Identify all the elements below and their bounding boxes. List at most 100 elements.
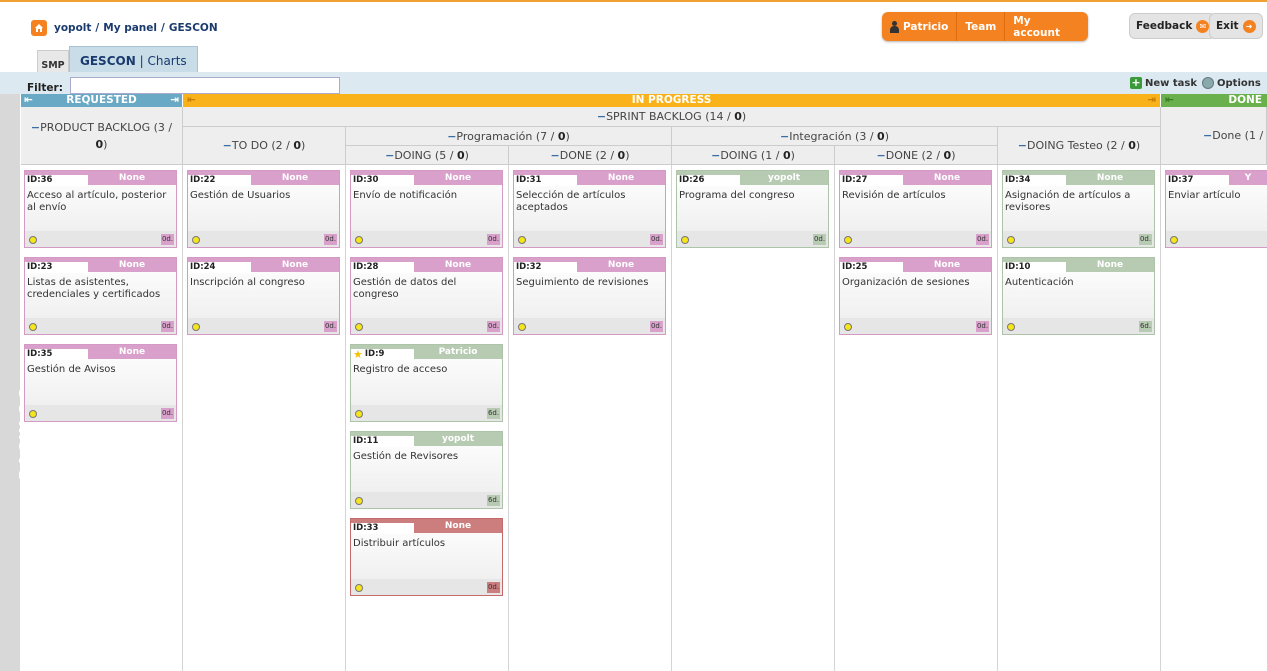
header-todo[interactable]: −TO DO (2 / 0): [183, 127, 346, 165]
collapse-left-icon[interactable]: ⇤: [24, 94, 33, 107]
band-in-progress[interactable]: ⇤ IN PROGRESS ⇥: [183, 94, 1160, 107]
task-estimate: 0d.: [650, 321, 663, 332]
collapse-minus-icon[interactable]: −: [597, 110, 606, 123]
task-card[interactable]: ID:36 None Acceso al artículo, posterior…: [24, 170, 177, 248]
plus-icon: +: [1130, 76, 1142, 89]
task-card[interactable]: ID:34 None Asignación de artículos a rev…: [1002, 170, 1155, 248]
task-card[interactable]: ★ ID:9 Patricio Registro de acceso 6d.: [350, 344, 503, 422]
task-card[interactable]: ID:31 None Selección de artículos acepta…: [513, 170, 666, 248]
new-task-label: New task: [1145, 77, 1198, 89]
task-owner[interactable]: None: [414, 171, 502, 185]
task-owner[interactable]: None: [1066, 171, 1154, 185]
task-card[interactable]: ID:33 None Distribuir artículos 0d.: [350, 518, 503, 596]
status-dot-icon: [1170, 236, 1178, 244]
task-owner[interactable]: None: [414, 519, 502, 533]
task-id: ID:36: [25, 175, 89, 186]
task-card[interactable]: ID:28 None Gestión de datos del congreso…: [350, 257, 503, 335]
task-id: ID:24: [188, 262, 252, 273]
task-owner[interactable]: None: [414, 258, 502, 272]
task-card[interactable]: ID:23 None Listas de asistentes, credenc…: [24, 257, 177, 335]
header-count: 0: [557, 129, 566, 143]
task-owner[interactable]: None: [88, 345, 176, 359]
task-owner[interactable]: None: [1066, 258, 1154, 272]
collapse-minus-icon[interactable]: −: [551, 149, 560, 162]
collapse-left-icon[interactable]: ⇤: [1165, 94, 1174, 107]
task-title: Gestión de datos del congreso: [353, 277, 457, 300]
feedback-button[interactable]: Feedback ✉: [1129, 13, 1217, 39]
feedback-label: Feedback: [1136, 20, 1193, 32]
task-card[interactable]: ID:26 yopolt Programa del congreso 0d.: [676, 170, 829, 248]
collapse-minus-icon[interactable]: −: [223, 139, 232, 152]
band-done[interactable]: ⇤ DONE: [1161, 94, 1267, 107]
collapse-minus-icon[interactable]: −: [1018, 139, 1027, 152]
filter-input[interactable]: [70, 77, 340, 94]
task-id: ID:10: [1003, 262, 1067, 273]
header-integracion[interactable]: −Integración (3 / 0): [672, 127, 998, 146]
breadcrumb-user[interactable]: yopolt: [54, 22, 91, 34]
breadcrumb-my-panel[interactable]: My panel: [103, 22, 157, 34]
task-id: ID:23: [25, 262, 89, 273]
new-task-button[interactable]: + New task: [1130, 77, 1197, 89]
task-owner[interactable]: None: [88, 258, 176, 272]
options-button[interactable]: Options: [1202, 77, 1261, 89]
tab-smp[interactable]: SMP: [37, 50, 69, 74]
band-requested[interactable]: ⇤ REQUESTED ⇥: [21, 94, 182, 107]
header-int-done[interactable]: −DONE (2 / 0): [835, 146, 998, 165]
task-card[interactable]: ID:32 None Seguimiento de revisiones 0d.: [513, 257, 666, 335]
tab-project-label[interactable]: GESCON: [80, 54, 136, 68]
header-done[interactable]: −Done (1 /: [1161, 107, 1267, 165]
header-doing-testeo[interactable]: −DOING Testeo (2 / 0): [998, 127, 1161, 165]
task-title: Gestión de Usuarios: [190, 190, 291, 201]
star-icon[interactable]: ★: [353, 349, 363, 360]
task-owner[interactable]: None: [903, 258, 991, 272]
exit-button[interactable]: Exit ➜: [1209, 13, 1263, 39]
task-card[interactable]: ID:25 None Organización de sesiones 0d.: [839, 257, 992, 335]
collapse-left-icon[interactable]: ⇤: [187, 94, 196, 107]
task-owner[interactable]: yopolt: [414, 432, 502, 446]
task-owner[interactable]: None: [577, 258, 665, 272]
header-tail: ): [464, 148, 469, 162]
task-owner[interactable]: None: [251, 258, 339, 272]
task-owner[interactable]: Y: [1229, 171, 1267, 185]
task-owner[interactable]: None: [903, 171, 991, 185]
task-card[interactable]: ID:22 None Gestión de Usuarios 0d.: [187, 170, 340, 248]
tab-charts[interactable]: Charts: [147, 54, 186, 68]
my-account-button[interactable]: My account: [1005, 12, 1088, 41]
backlog-sidebar[interactable]: BACKLOG: [0, 94, 34, 671]
team-button[interactable]: Team: [957, 12, 1006, 41]
task-card[interactable]: ID:10 None Autenticación 6d.: [1002, 257, 1155, 335]
breadcrumb-project[interactable]: GESCON: [169, 22, 218, 34]
band-done-label: DONE: [1228, 94, 1262, 106]
task-owner[interactable]: None: [88, 171, 176, 185]
collapse-minus-icon[interactable]: −: [780, 130, 789, 143]
expand-right-icon[interactable]: ⇥: [1147, 94, 1156, 107]
task-estimate: 0d.: [487, 321, 500, 332]
header-programacion[interactable]: −Programación (7 / 0): [346, 127, 672, 146]
task-estimate: 0d.: [976, 234, 989, 245]
task-card[interactable]: ID:24 None Inscripción al congreso 0d.: [187, 257, 340, 335]
task-owner[interactable]: yopolt: [740, 171, 828, 185]
expand-right-icon[interactable]: ⇥: [170, 94, 179, 107]
collapse-minus-icon[interactable]: −: [711, 149, 720, 162]
task-card[interactable]: ID:11 yopolt Gestión de Revisores 6d.: [350, 431, 503, 509]
task-owner[interactable]: None: [577, 171, 665, 185]
task-card[interactable]: ID:27 None Revisión de artículos 0d.: [839, 170, 992, 248]
collapse-minus-icon[interactable]: −: [31, 121, 40, 134]
task-card[interactable]: ID:37 Y Enviar artículo: [1165, 170, 1267, 248]
task-card[interactable]: ID:35 None Gestión de Avisos 0d.: [24, 344, 177, 422]
header-prog-done[interactable]: −DONE (2 / 0): [509, 146, 672, 165]
header-sprint-backlog[interactable]: −SPRINT BACKLOG (14 / 0): [183, 107, 1161, 127]
home-icon[interactable]: [31, 20, 47, 36]
collapse-minus-icon[interactable]: −: [1203, 129, 1212, 142]
tab-project[interactable]: GESCON | Charts: [69, 46, 198, 74]
header-int-doing[interactable]: −DOING (1 / 0): [672, 146, 835, 165]
user-menu-button[interactable]: Patricio: [882, 12, 958, 41]
header-product-backlog[interactable]: −PRODUCT BACKLOG (3 /0): [21, 107, 183, 165]
breadcrumb-separator: /: [161, 22, 165, 34]
task-owner[interactable]: Patricio: [414, 345, 502, 359]
task-card[interactable]: ID:30 None Envío de notificación 0d.: [350, 170, 503, 248]
task-owner[interactable]: None: [251, 171, 339, 185]
header-prog-doing[interactable]: −DOING (5 / 0): [346, 146, 509, 165]
collapse-minus-icon[interactable]: −: [385, 149, 394, 162]
collapse-minus-icon[interactable]: −: [877, 149, 886, 162]
